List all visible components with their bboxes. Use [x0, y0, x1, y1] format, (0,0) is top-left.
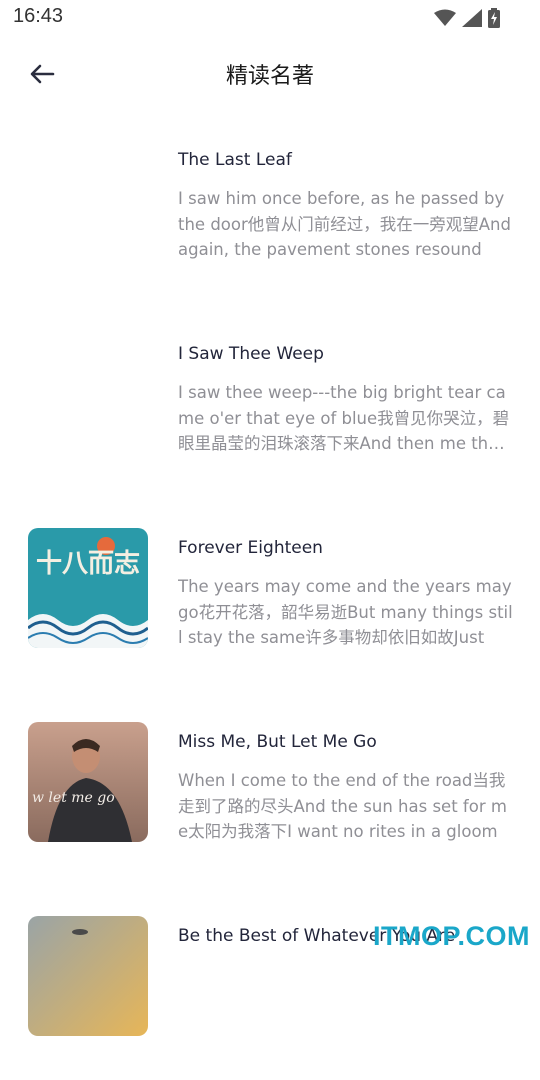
article-excerpt: When I come to the end of the road当我走到了路…	[178, 771, 507, 841]
cover-lettering: 十八而志	[36, 549, 140, 579]
cover-lettering: w let me go	[32, 790, 115, 806]
article-cover: 十八而志	[28, 528, 148, 648]
article-cover	[28, 140, 148, 260]
battery-charging-icon	[488, 8, 500, 28]
article-title: Forever Eighteen	[178, 538, 323, 558]
wifi-icon	[434, 9, 456, 27]
article-item[interactable]: The Last Leaf I saw him once before, as …	[0, 110, 540, 304]
status-icons	[434, 7, 500, 29]
article-item[interactable]: w let me go Miss Me, But Let Me Go When …	[0, 692, 540, 886]
article-cover: w let me go	[28, 722, 148, 842]
signal-icon	[462, 9, 482, 27]
article-cover	[28, 334, 148, 454]
article-item[interactable]: I Saw Thee Weep I saw thee weep---the bi…	[0, 304, 540, 498]
article-excerpt: I saw thee weep---the big bright tear ca…	[178, 383, 510, 453]
article-title: I Saw Thee Weep	[178, 344, 324, 364]
article-item[interactable]: 十八而志 Forever Eighteen The years may come…	[0, 498, 540, 692]
article-title: The Last Leaf	[178, 150, 292, 170]
site-watermark: ITMOP.COM	[372, 921, 530, 951]
article-excerpt: The years may come and the years may go花…	[178, 577, 513, 647]
status-bar: 16:43	[0, 0, 540, 36]
article-excerpt: I saw him once before, as he passed by t…	[178, 189, 511, 259]
article-cover	[28, 916, 148, 1036]
app-bar: 精读名著	[0, 42, 540, 106]
article-title: Miss Me, But Let Me Go	[178, 732, 377, 752]
article-item[interactable]: Be the Best of Whatever You Are	[0, 886, 540, 1080]
page-title: 精读名著	[225, 64, 314, 89]
status-time: 16:43	[13, 5, 64, 27]
